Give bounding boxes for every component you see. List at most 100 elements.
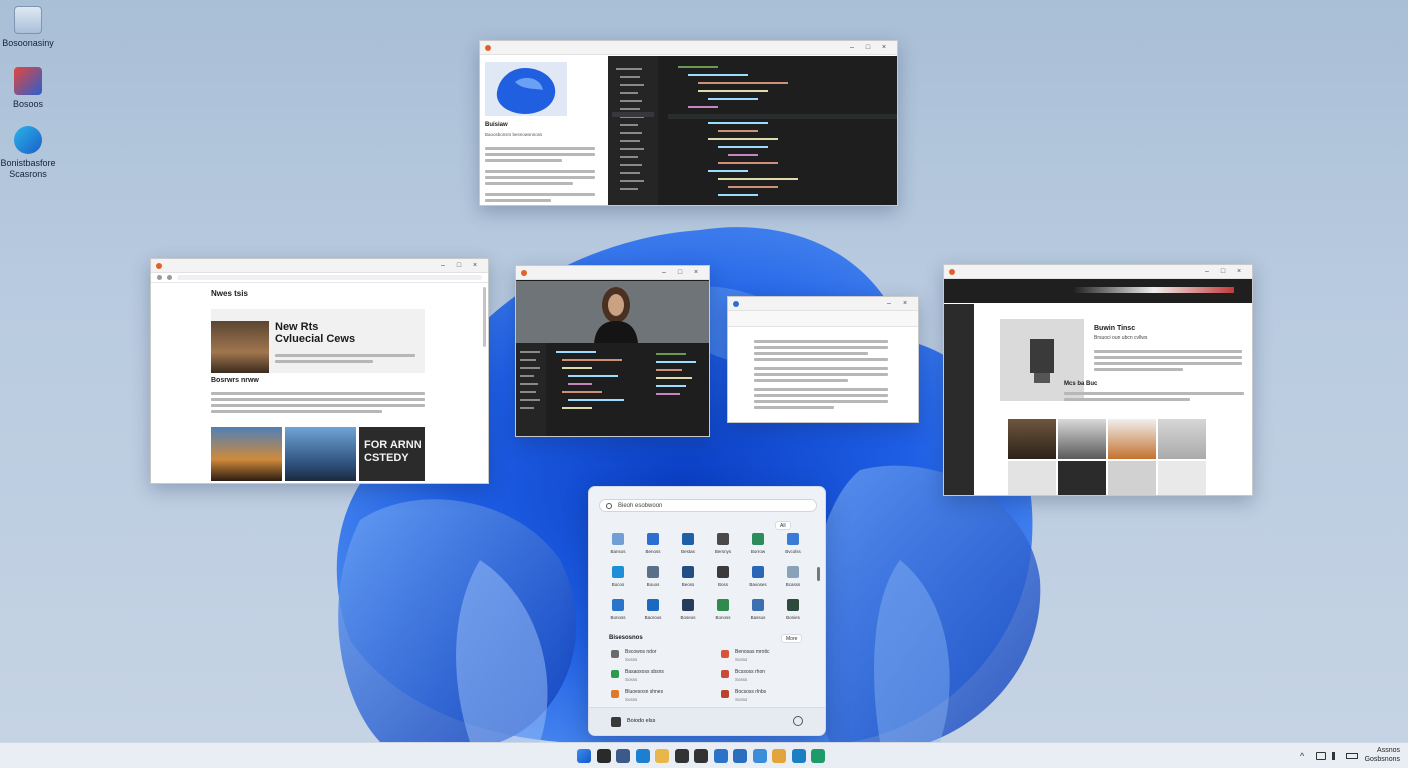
pinned-app[interactable]: Boss — [708, 566, 738, 587]
desktop-icon-shortcut[interactable]: Bonistbasfore Scasrons — [0, 126, 56, 180]
pinned-app[interactable]: Baoroos — [638, 599, 668, 620]
product-thumb[interactable] — [1108, 461, 1156, 495]
start-icon[interactable] — [577, 749, 592, 763]
pinned-app[interactable]: Bassus — [743, 599, 773, 620]
recommended-subtitle: Sosss — [735, 677, 748, 682]
news-browser-window[interactable]: – □ × Nwes tsis New Rts Cvluecial Cews B… — [150, 258, 489, 484]
news-tile-1[interactable] — [211, 427, 282, 481]
taskbar-clock[interactable]: Assnos Gosbsnons — [1365, 746, 1400, 764]
search-icon[interactable] — [596, 749, 611, 763]
pinned-app[interactable]: Bavoses — [743, 566, 773, 587]
maximize-icon[interactable]: □ — [451, 262, 467, 269]
start-menu[interactable]: Bieoh esobwoon All Bansos Benoss Bestas Ber… — [588, 486, 826, 736]
pinned-app[interactable]: Bansos — [603, 533, 633, 554]
news-feature-card[interactable]: New Rts Cvluecial Cews — [211, 309, 425, 373]
product-thumb[interactable] — [1058, 461, 1106, 495]
chevron-up-icon[interactable]: ^ — [1300, 751, 1304, 761]
headline-line-2[interactable]: Cvluecial Cews — [275, 333, 355, 345]
avatar[interactable] — [611, 717, 621, 727]
close-icon[interactable]: × — [467, 262, 483, 269]
refresh-icon[interactable] — [167, 275, 172, 280]
scrollbar[interactable] — [483, 287, 486, 347]
minimize-icon[interactable]: – — [435, 262, 451, 269]
start-search-box[interactable]: Bieoh esobwoon — [599, 499, 817, 512]
browser-favicon-icon — [521, 269, 527, 276]
headline-line-1[interactable]: New Rts — [275, 321, 318, 333]
shop-titlebar[interactable]: – □ × — [944, 265, 1252, 279]
desktop-icon-recycle-bin[interactable]: Bosoonasiny — [0, 6, 56, 49]
minimize-icon[interactable]: – — [1199, 268, 1215, 275]
minimize-icon[interactable]: – — [844, 44, 860, 51]
maximize-icon[interactable]: □ — [860, 44, 876, 51]
editor-window[interactable]: – □ × Buisiaw Baoosbonsrs besnowsnnoss — [479, 40, 898, 206]
product-thumb[interactable] — [1158, 461, 1206, 495]
store-icon[interactable] — [713, 749, 728, 763]
minimize-icon[interactable]: – — [656, 269, 672, 276]
folder-icon[interactable] — [655, 749, 670, 763]
news-tile-2[interactable] — [285, 427, 356, 481]
minimize-icon[interactable]: – — [881, 300, 897, 307]
pinned-app[interactable]: Bersnys — [708, 533, 738, 554]
product-thumb[interactable] — [1008, 419, 1056, 459]
shop-sidebar[interactable] — [944, 304, 974, 495]
editor-titlebar[interactable]: – □ × — [480, 41, 897, 55]
product-thumb[interactable] — [1058, 419, 1106, 459]
pinned-app[interactable]: Bcasss — [778, 566, 808, 587]
pinned-app-label: Bavoses — [749, 582, 767, 587]
document-toolbar[interactable] — [728, 311, 918, 327]
pinned-app[interactable]: Benoss — [638, 533, 668, 554]
product-thumb[interactable] — [1108, 419, 1156, 459]
battery-icon[interactable] — [1346, 753, 1358, 759]
shop-browser-window[interactable]: – □ × Buwin Tinsc Brsuoci oun ubcn cvllw… — [943, 264, 1253, 496]
volume-icon[interactable] — [1332, 752, 1340, 760]
maximize-icon[interactable]: □ — [672, 269, 688, 276]
pinned-app[interactable]: Bonies — [778, 599, 808, 620]
news-brand[interactable]: Nwes tsis — [211, 289, 248, 298]
document-titlebar[interactable]: – × — [728, 297, 918, 311]
photo-code-window[interactable]: – □ × — [515, 265, 710, 437]
files-icon[interactable] — [772, 749, 787, 763]
user-name[interactable]: Boiodo elss — [627, 718, 655, 724]
pinned-app[interactable]: Boseos — [673, 599, 703, 620]
product-thumb[interactable] — [1008, 461, 1056, 495]
pinned-app[interactable]: Bestas — [673, 533, 703, 554]
pinned-app[interactable]: Bvcolss — [778, 533, 808, 554]
close-icon[interactable]: × — [897, 300, 913, 307]
close-icon[interactable]: × — [688, 269, 704, 276]
power-icon[interactable] — [793, 716, 803, 726]
product-thumb[interactable] — [1158, 419, 1206, 459]
pinned-app[interactable]: Beoss — [673, 566, 703, 587]
news-tile-3[interactable]: FOR ARNN CSTEDY — [359, 427, 425, 481]
photo-titlebar[interactable]: – □ × — [516, 266, 709, 280]
pinned-app[interactable]: Bonoss — [603, 599, 633, 620]
code-editor[interactable] — [608, 56, 897, 205]
chat-icon[interactable] — [694, 749, 709, 763]
desktop-icon-app[interactable]: Bosoos — [0, 67, 56, 110]
all-apps-button[interactable]: All — [775, 521, 791, 530]
edge2-icon[interactable] — [791, 749, 806, 763]
search-app-icon[interactable] — [674, 749, 689, 763]
shop-page[interactable]: Buwin Tinsc Brsuoci oun ubcn cvllws Mcs … — [976, 309, 1250, 495]
close-icon[interactable]: × — [1231, 268, 1247, 275]
more-button[interactable]: More — [781, 634, 803, 643]
address-bar[interactable] — [151, 273, 488, 283]
pinned-scrollbar[interactable] — [817, 567, 820, 581]
photos-icon[interactable] — [752, 749, 767, 763]
product-grid[interactable] — [1008, 419, 1208, 495]
document-body[interactable] — [754, 337, 888, 412]
copilot-icon[interactable] — [616, 749, 631, 763]
pinned-app[interactable]: Borrow — [743, 533, 773, 554]
close-icon[interactable]: × — [876, 44, 892, 51]
pinned-app[interactable]: Bouos — [638, 566, 668, 587]
pinned-app[interactable]: Bocos — [603, 566, 633, 587]
browser-icon[interactable] — [811, 749, 826, 763]
edge-icon[interactable] — [635, 749, 650, 763]
document-window[interactable]: – × — [727, 296, 919, 423]
mail-icon[interactable] — [733, 749, 748, 763]
network-icon[interactable] — [1316, 752, 1326, 760]
maximize-icon[interactable]: □ — [1215, 268, 1231, 275]
pinned-app[interactable]: Bonoss — [708, 599, 738, 620]
news-titlebar[interactable]: – □ × — [151, 259, 488, 273]
shop-toolbar[interactable] — [944, 279, 1252, 303]
back-icon[interactable] — [157, 275, 162, 280]
